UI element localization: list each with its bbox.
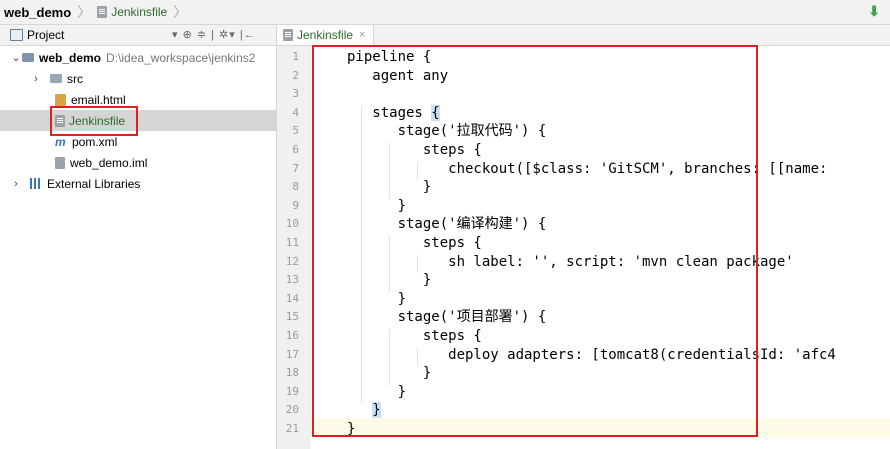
line-number: 21 [285,422,299,435]
file-icon [97,6,108,18]
line-number: 9 [292,198,299,212]
project-view-icon [10,29,23,41]
line-number: 14 [285,291,299,305]
breadcrumb-project-label: web_demo [4,4,72,20]
line-number: 15 [285,310,299,324]
line-number: 18 [285,366,299,380]
tree-item-web-demo-iml[interactable]: web_demo.iml [55,152,147,173]
breadcrumb-project[interactable]: web_demo [0,0,75,25]
line-number: 16 [285,329,299,342]
breadcrumb-separator: 〉 [77,4,92,20]
line-number: 8 [292,180,299,194]
tree-item-label: email.html [71,92,126,107]
line-number: 2 [292,68,299,82]
tree-item-label: web_demo [39,50,102,65]
tree-item-src[interactable]: › src [30,68,83,89]
tree-item-label: web_demo.iml [70,155,148,170]
tab-label: Jenkinsfile [297,28,354,42]
tab-jenkinsfile[interactable]: Jenkinsfile × [277,25,375,45]
library-icon [30,178,42,189]
line-number: 1 [292,50,299,63]
editor-tab-bar: Jenkinsfile × [277,25,890,46]
file-icon [283,29,293,41]
folder-icon [22,53,34,62]
line-number: 5 [292,124,299,138]
project-panel-header: Project ▾ ⊕ ≑ | ✲▾ |← [0,25,276,46]
tree-item-label: pom.xml [72,134,118,149]
tree-item-jenkinsfile[interactable]: Jenkinsfile [0,110,276,131]
tree-item-external-libraries[interactable]: › External Libraries [10,173,140,194]
tree-item-label: src [67,71,83,86]
chevron-down-icon[interactable]: ⌄ [10,51,22,64]
project-panel-title[interactable]: Project [27,28,64,42]
line-number: 3 [292,87,299,101]
line-number: 7 [292,161,299,175]
breadcrumb: web_demo 〉 Jenkinsfile 〉 ⬇ [0,0,890,25]
module-file-icon [55,156,65,169]
maven-icon: m [55,134,66,149]
line-number: 13 [285,273,299,287]
tree-item-label: External Libraries [47,176,141,191]
line-number: 17 [285,347,299,361]
line-number: 11 [285,236,299,249]
line-number: 10 [285,217,299,231]
html-file-icon [55,93,66,106]
line-number: 6 [292,143,299,156]
breadcrumb-file[interactable]: Jenkinsfile [93,0,171,25]
annotation-box-tree [50,106,138,136]
line-number: 12 [285,254,299,268]
folder-icon [50,74,62,83]
annotation-box-code [312,45,758,437]
line-number: 20 [285,403,299,417]
chevron-right-icon[interactable]: › [30,73,42,85]
panel-toolbar-icons[interactable]: ▾ ⊕ ≑ | ✲▾ |← [172,28,256,41]
project-panel: Project ▾ ⊕ ≑ | ✲▾ |← ⌄ web_demo D:\idea… [0,25,277,449]
line-number: 4 [292,105,299,119]
line-number-gutter: 1 2 3 4 5 6 7 8 9 10 11 12 13 14 15 16 17 18 19 20 21 [277,46,311,449]
tree-item-path: D:\idea_workspace\jenkins2 [106,50,256,65]
close-icon[interactable]: × [359,29,365,41]
download-icon[interactable]: ⬇ [868,3,880,20]
line-number: 19 [285,384,299,398]
breadcrumb-file-label: Jenkinsfile [111,5,168,19]
tree-item-web-demo[interactable]: ⌄ web_demo D:\idea_workspace\jenkins2 [10,47,276,68]
chevron-right-icon[interactable]: › [10,178,22,190]
breadcrumb-separator: 〉 [173,4,188,20]
